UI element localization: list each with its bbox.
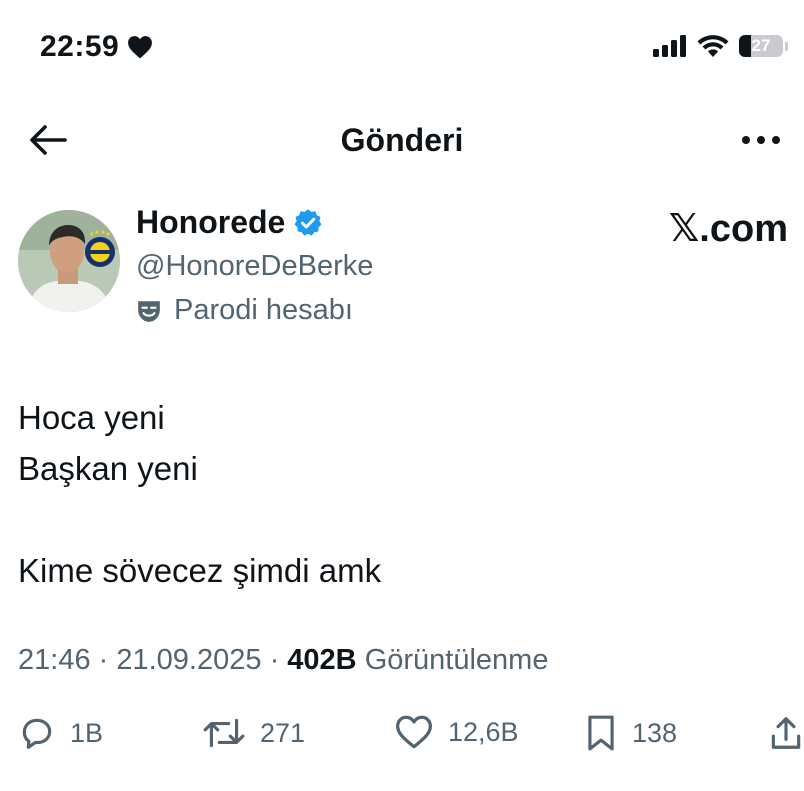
meta-separator: · — [90, 644, 117, 676]
parody-mask-icon — [138, 300, 160, 322]
tweet-line-blank — [18, 494, 778, 545]
wifi-icon — [697, 35, 729, 57]
retweet-count: 271 — [260, 717, 306, 748]
tweet-line: Başkan yeni — [18, 450, 198, 487]
battery-fill — [739, 35, 751, 57]
share-icon — [771, 717, 801, 749]
tweet-time: 21:46 — [18, 644, 91, 676]
bookmark-icon — [588, 715, 614, 751]
signal-icon — [653, 35, 686, 57]
reply-count: 1B — [70, 717, 104, 748]
avatar-image — [18, 210, 120, 312]
battery-body: 27 — [739, 35, 783, 57]
reply-icon — [22, 718, 52, 749]
retweet-icon — [203, 718, 245, 748]
verified-badge-icon — [294, 208, 322, 236]
bookmark-button[interactable]: 138 — [584, 714, 677, 752]
battery-level: 27 — [751, 36, 771, 55]
status-time-text: 22:59 — [40, 30, 120, 63]
author-display-name[interactable]: Honorede — [136, 204, 323, 241]
tweet-text: Hoca yeni Başkan yeni Kime sövecez şimdi… — [18, 392, 778, 596]
bookmark-count: 138 — [632, 717, 678, 748]
tweet-line: Hoca yeni — [18, 399, 165, 436]
view-count-label: Görüntülenme — [364, 644, 549, 676]
like-button[interactable]: 12,6B — [394, 714, 519, 750]
status-time: 22:59 — [40, 30, 153, 64]
page-title: Gönderi — [340, 122, 464, 158]
heart-icon — [128, 36, 153, 59]
parody-label-text: Parodi hesabı — [174, 294, 353, 326]
tweet-date: 21.09.2025 — [116, 644, 262, 676]
meta-separator: · — [261, 644, 288, 676]
tweet-meta: 21:46 · 21.09.2025 · 402B Görüntülenme — [18, 644, 548, 677]
action-bar: 1B 271 12,6B 138 — [18, 714, 804, 760]
avatar[interactable] — [18, 210, 120, 312]
more-icon — [742, 136, 780, 144]
tweet-line: Kime sövecez şimdi amk — [18, 552, 382, 589]
parody-label: Parodi hesabı — [136, 294, 353, 327]
like-icon — [396, 715, 432, 749]
battery-icon: 27 — [739, 35, 788, 57]
more-button[interactable] — [736, 120, 786, 160]
display-name-text: Honorede — [136, 204, 286, 240]
like-count: 12,6B — [448, 716, 519, 747]
view-count: 402B — [287, 644, 357, 676]
reply-button[interactable]: 1B — [18, 714, 103, 752]
author-handle[interactable]: @HonoreDeBerke — [136, 250, 373, 283]
battery-tip — [785, 41, 788, 51]
xcom-watermark: 𝕏.com — [668, 208, 788, 250]
status-indicators: 27 — [653, 34, 788, 58]
retweet-button[interactable]: 271 — [202, 714, 305, 752]
share-button[interactable] — [770, 714, 802, 752]
